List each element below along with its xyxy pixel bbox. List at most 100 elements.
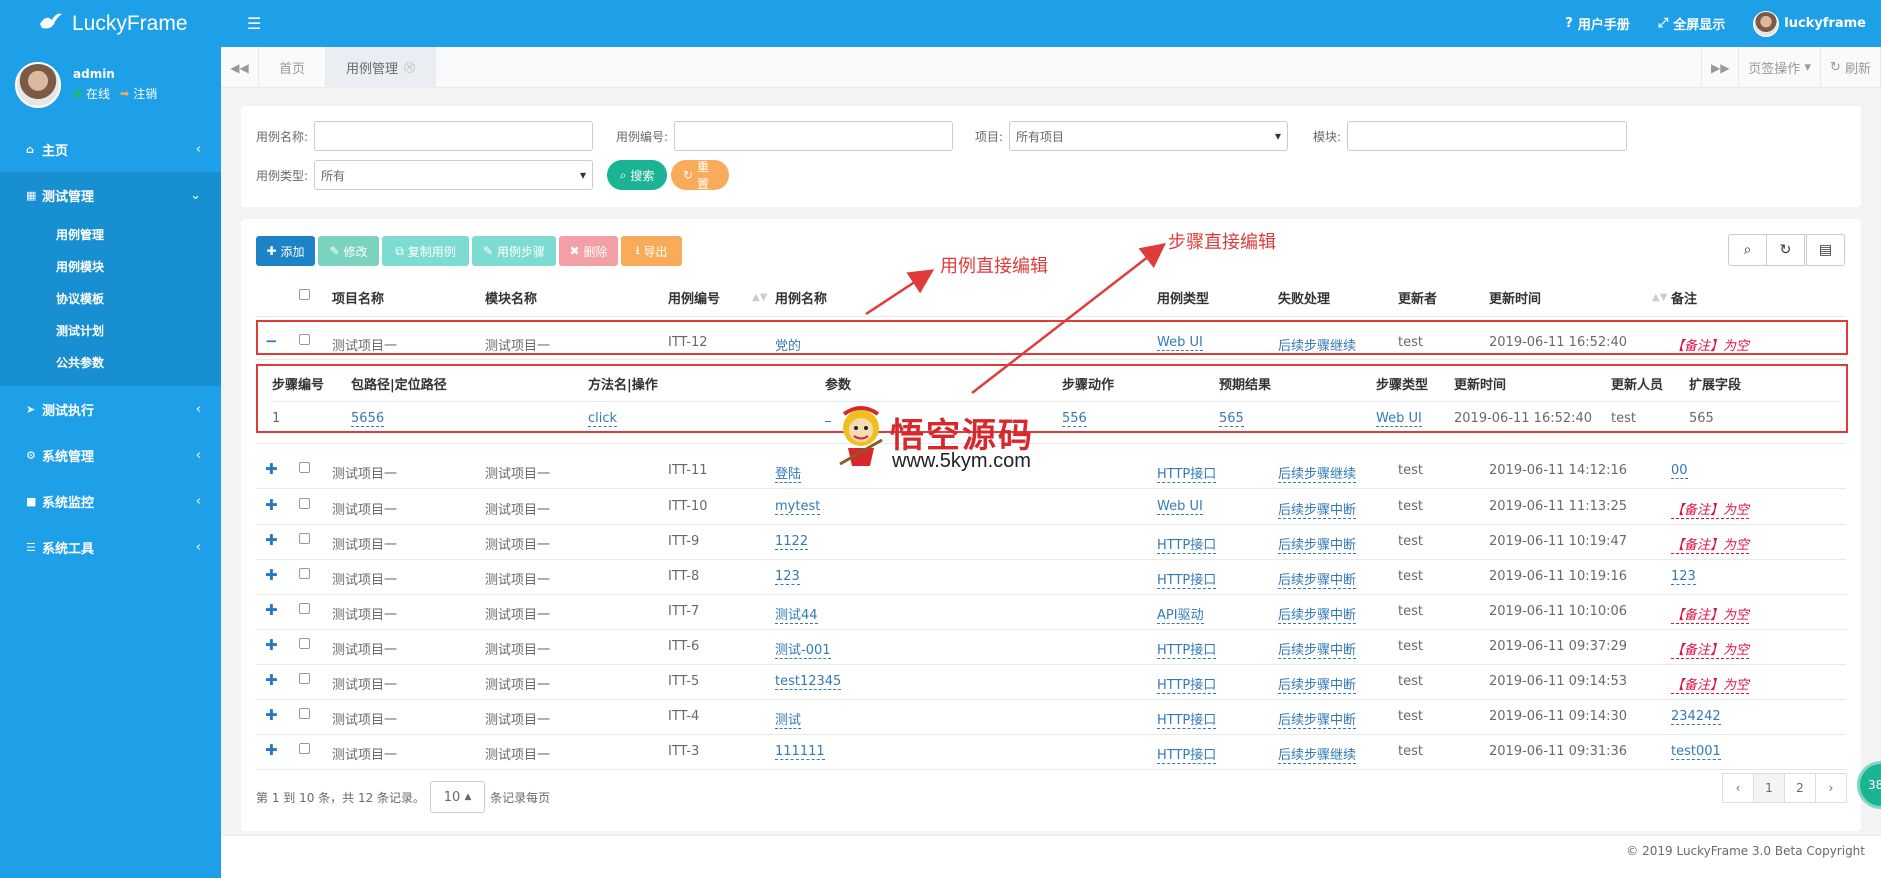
- note-editable[interactable]: 【备注】为空: [1671, 608, 1750, 624]
- type-editable[interactable]: HTTP接口: [1157, 678, 1217, 694]
- table-search-toggle[interactable]: ⌕: [1728, 234, 1767, 266]
- name-editable[interactable]: 测试-001: [775, 643, 831, 659]
- expand-row-icon[interactable]: ✚: [265, 636, 278, 654]
- row-checkbox[interactable]: [299, 568, 310, 579]
- page-size-select[interactable]: 10 ▲: [430, 781, 486, 813]
- sidebar-subitem-public-params[interactable]: 公共参数: [0, 346, 221, 378]
- note-editable[interactable]: 123: [1671, 569, 1696, 585]
- fail-editable[interactable]: 后续步骤中断: [1278, 678, 1357, 694]
- case-no-input[interactable]: [674, 121, 954, 151]
- type-editable[interactable]: HTTP接口: [1157, 573, 1217, 589]
- app-logo[interactable]: LuckyFrame: [0, 0, 221, 47]
- type-editable[interactable]: Web UI: [1157, 499, 1203, 515]
- expand-row-icon[interactable]: ✚: [265, 496, 278, 514]
- page-prev[interactable]: ‹: [1722, 773, 1754, 803]
- note-editable[interactable]: test001: [1671, 744, 1721, 760]
- export-button[interactable]: ⭳ 导出: [621, 236, 682, 266]
- name-editable[interactable]: 111111: [775, 744, 825, 760]
- row-checkbox[interactable]: [299, 673, 310, 684]
- fail-editable[interactable]: 后续步骤中断: [1278, 713, 1357, 729]
- sidebar-subitem-case-module[interactable]: 用例模块: [0, 250, 221, 282]
- add-button[interactable]: ✚ 添加: [256, 236, 315, 266]
- fail-editable[interactable]: 后续步骤中断: [1278, 573, 1357, 589]
- select-all-checkbox[interactable]: [299, 289, 310, 300]
- tab-scroll-right-icon[interactable]: ▶▶: [1701, 47, 1740, 88]
- sidebar-subitem-protocol-template[interactable]: 协议模板: [0, 282, 221, 314]
- header-note[interactable]: 备注: [1671, 288, 1697, 307]
- sidebar-item-system-management[interactable]: ⚙ 系统管理 ‹: [0, 432, 221, 478]
- row-checkbox[interactable]: [299, 498, 310, 509]
- note-editable[interactable]: 【备注】为空: [1671, 678, 1750, 694]
- page-2[interactable]: 2: [1784, 773, 1816, 803]
- expand-row-icon[interactable]: ✚: [265, 460, 278, 478]
- table-columns-button[interactable]: ▤: [1806, 234, 1845, 266]
- type-editable[interactable]: HTTP接口: [1157, 713, 1217, 729]
- fail-editable[interactable]: 后续步骤继续: [1278, 467, 1357, 483]
- expand-row-icon[interactable]: ✚: [265, 601, 278, 619]
- sidebar-item-test-execution[interactable]: ➤ 测试执行 ‹: [0, 386, 221, 432]
- hamburger-menu-icon[interactable]: ☰: [247, 14, 261, 33]
- type-editable[interactable]: HTTP接口: [1157, 538, 1217, 554]
- reset-button[interactable]: ↻ 重置: [671, 160, 730, 191]
- fail-editable[interactable]: 后续步骤中断: [1278, 608, 1357, 624]
- header-updater[interactable]: 更新者: [1398, 288, 1437, 307]
- user-manual-link[interactable]: ? 用户手册: [1565, 14, 1630, 33]
- row-checkbox[interactable]: [299, 638, 310, 649]
- expand-row-icon[interactable]: ✚: [265, 741, 278, 759]
- note-editable[interactable]: 234242: [1671, 709, 1721, 725]
- logout-link[interactable]: 注销: [133, 85, 157, 102]
- sidebar-subitem-case-management[interactable]: 用例管理: [0, 218, 221, 250]
- name-editable[interactable]: 登陆: [775, 467, 802, 483]
- sidebar-item-system-tools[interactable]: ☰ 系统工具 ‹: [0, 524, 221, 570]
- case-steps-button[interactable]: ✎ 用例步骤: [472, 236, 556, 266]
- sidebar-item-home[interactable]: ⌂ 主页 ‹: [0, 126, 221, 172]
- close-tab-icon[interactable]: ×: [404, 62, 416, 73]
- header-case-no[interactable]: 用例编号: [668, 288, 720, 307]
- sort-icon[interactable]: ▲▼: [752, 292, 767, 303]
- delete-button[interactable]: ✖ 删除: [559, 236, 618, 266]
- search-button[interactable]: ⌕ 搜索: [607, 160, 668, 190]
- name-editable[interactable]: mytest: [775, 499, 821, 515]
- fail-editable[interactable]: 后续步骤中断: [1278, 538, 1357, 554]
- type-editable[interactable]: HTTP接口: [1157, 643, 1217, 659]
- type-editable[interactable]: HTTP接口: [1157, 748, 1217, 764]
- sidebar-item-test-management[interactable]: ▦ 测试管理 ⌄: [0, 172, 221, 218]
- sort-icon[interactable]: ▲▼: [1652, 292, 1667, 303]
- fail-editable[interactable]: 后续步骤中断: [1278, 503, 1357, 519]
- case-name-input[interactable]: [314, 121, 594, 151]
- header-case-name[interactable]: 用例名称: [775, 288, 827, 307]
- sidebar-subitem-test-plan[interactable]: 测试计划: [0, 314, 221, 346]
- type-editable[interactable]: API驱动: [1157, 608, 1204, 624]
- fail-editable[interactable]: 后续步骤继续: [1278, 748, 1357, 764]
- fail-editable[interactable]: 后续步骤中断: [1278, 643, 1357, 659]
- row-checkbox[interactable]: [299, 603, 310, 614]
- row-checkbox[interactable]: [299, 743, 310, 754]
- note-editable[interactable]: 【备注】为空: [1671, 643, 1750, 659]
- edit-button[interactable]: ✎ 修改: [318, 236, 379, 266]
- module-input[interactable]: [1347, 121, 1628, 151]
- copy-case-button[interactable]: ⧉ 复制用例: [382, 236, 469, 266]
- name-editable[interactable]: 测试: [775, 713, 802, 729]
- note-editable[interactable]: 【备注】为空: [1671, 503, 1750, 519]
- tab-scroll-left-icon[interactable]: ◀◀: [221, 47, 259, 88]
- sidebar-item-system-monitor[interactable]: ■ 系统监控 ‹: [0, 478, 221, 524]
- refresh-tab-button[interactable]: ↻ 刷新: [1821, 47, 1881, 88]
- name-editable[interactable]: 测试44: [775, 608, 818, 624]
- page-next[interactable]: ›: [1815, 773, 1847, 803]
- expand-row-icon[interactable]: ✚: [265, 531, 278, 549]
- header-update-time[interactable]: 更新时间: [1489, 288, 1541, 307]
- type-editable[interactable]: HTTP接口: [1157, 467, 1217, 483]
- user-avatar[interactable]: [15, 61, 61, 108]
- expand-row-icon[interactable]: ✚: [265, 706, 278, 724]
- page-ops-dropdown[interactable]: 页签操作 ▾: [1739, 47, 1821, 88]
- header-project[interactable]: 项目名称: [332, 288, 384, 307]
- case-type-select[interactable]: 所有 ▾: [314, 160, 594, 190]
- table-refresh-button[interactable]: ↻: [1766, 234, 1805, 266]
- header-case-type[interactable]: 用例类型: [1157, 288, 1209, 307]
- tab-case-management[interactable]: 用例管理 ×: [326, 47, 437, 88]
- user-menu[interactable]: luckyframe: [1753, 10, 1866, 37]
- row-checkbox[interactable]: [299, 708, 310, 719]
- row-checkbox[interactable]: [299, 533, 310, 544]
- expand-row-icon[interactable]: ✚: [265, 566, 278, 584]
- name-editable[interactable]: test12345: [775, 674, 842, 690]
